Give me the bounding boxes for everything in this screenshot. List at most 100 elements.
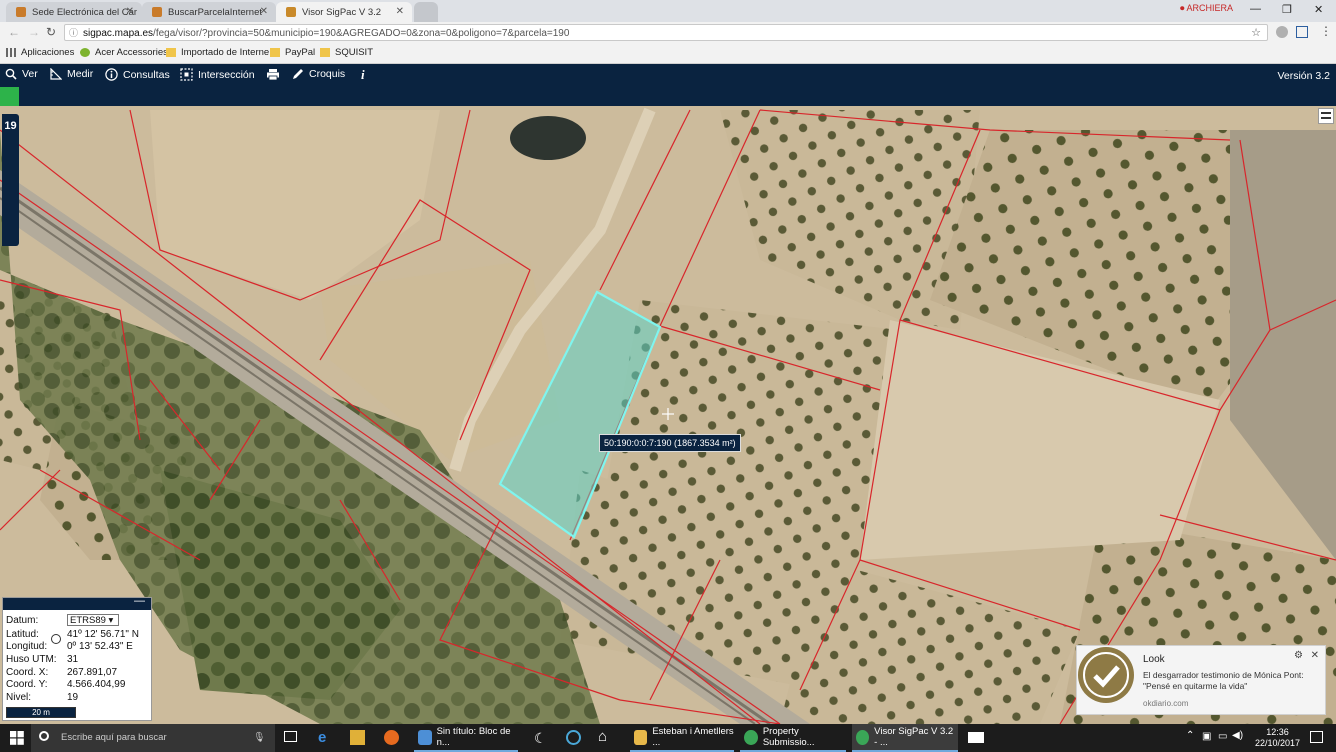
- folder-icon: [320, 48, 330, 57]
- minimize-icon[interactable]: —: [1250, 3, 1261, 15]
- taskbar-app-chrome-2[interactable]: Visor SigPac V 3.2 - ...: [852, 724, 958, 752]
- tool-croquis[interactable]: Croquis: [292, 68, 345, 80]
- datum-label: Datum:: [6, 615, 39, 626]
- address-bar[interactable]: ⓘ sigpac.mapa.es/fega/visor/?provincia=5…: [64, 24, 1268, 41]
- favicon-icon: [152, 7, 162, 17]
- edge-icon[interactable]: e: [318, 729, 326, 746]
- bookmark-paypal[interactable]: PayPal: [270, 47, 315, 58]
- mail-icon[interactable]: [968, 732, 984, 743]
- new-tab-button[interactable]: [414, 2, 438, 22]
- taskbar-app-label: Sin título: Bloc de n...: [436, 726, 511, 748]
- forward-icon[interactable]: →: [28, 25, 40, 39]
- system-clock[interactable]: 12:36 22/10/2017: [1255, 727, 1300, 749]
- microphone-icon[interactable]: 🎙: [253, 724, 265, 752]
- cortana-icon: [39, 731, 49, 741]
- tool-ver[interactable]: Ver: [5, 68, 38, 80]
- collapse-icon[interactable]: —: [134, 595, 145, 607]
- notification-body: El desgarrador testimonio de Mónica Pont…: [1143, 670, 1304, 691]
- extension-icon[interactable]: [1296, 26, 1308, 38]
- close-icon[interactable]: ✕: [396, 6, 404, 17]
- notification-toast[interactable]: Look ⚙ ✕ El desgarrador testimonio de Mó…: [1076, 645, 1326, 715]
- url-host: sigpac.mapa.es: [83, 28, 154, 39]
- datum-select[interactable]: ETRS89 ▾: [67, 614, 119, 626]
- globe-icon[interactable]: [51, 634, 61, 644]
- latitude-value: 41º 12' 56.71" N: [67, 629, 139, 640]
- layers-menu-icon[interactable]: [1318, 108, 1334, 124]
- firefox-icon[interactable]: [384, 730, 399, 745]
- search-icon: [5, 68, 17, 80]
- back-icon[interactable]: ←: [8, 25, 20, 39]
- scale-bar: 20 m: [6, 707, 76, 718]
- tray-icon[interactable]: ▣: [1202, 731, 1211, 742]
- bookmark-label: Aplicaciones: [21, 47, 75, 58]
- reload-icon[interactable]: ↻: [46, 25, 56, 39]
- tab-visor-sigpac[interactable]: Visor SigPac V 3.2 ✕: [276, 2, 412, 22]
- battery-icon[interactable]: ▭: [1218, 731, 1227, 742]
- home-icon[interactable]: ⌂: [598, 728, 607, 745]
- profile-name: ARCHIERA: [1186, 3, 1234, 13]
- tab-buscar-parcela[interactable]: BuscarParcelaInternet ✕: [142, 2, 276, 22]
- pencil-icon: [293, 69, 303, 79]
- longitude-label: Longitud:: [6, 641, 48, 652]
- notification-source: okdiario.com: [1143, 699, 1189, 708]
- bookmark-star-icon[interactable]: ☆: [1251, 25, 1261, 42]
- nivel-value: 19: [67, 692, 79, 703]
- tool-label: Ver: [22, 68, 38, 80]
- taskbar-app-notepad[interactable]: Sin título: Bloc de n...: [414, 724, 518, 752]
- store-icon[interactable]: [350, 730, 365, 745]
- bookmark-label: Importado de Interne: [181, 47, 270, 58]
- checkmark-logo-icon: [1078, 647, 1134, 703]
- bookmarks-bar: Aplicaciones Acer Accessories Importado …: [0, 44, 1336, 64]
- chrome-icon: [856, 729, 870, 745]
- menu-icon[interactable]: ⋮: [1320, 24, 1332, 38]
- profile-label[interactable]: ⏺ ARCHIERA: [1180, 3, 1233, 14]
- taskbar-app-explorer[interactable]: Esteban i Ametllers ...: [630, 724, 734, 752]
- acer-icon: [80, 48, 90, 57]
- tool-label: Croquis: [309, 68, 346, 80]
- map-view[interactable]: [0, 106, 1336, 724]
- close-icon[interactable]: ✕: [1311, 650, 1319, 661]
- tool-label: Medir: [67, 68, 94, 80]
- tool-medir[interactable]: Medir: [50, 68, 93, 80]
- app-icon[interactable]: [566, 730, 581, 745]
- tab-title: BuscarParcelaInternet: [168, 6, 262, 18]
- tab-sede-electronica[interactable]: Sede Electrónica del Car ✕: [6, 2, 142, 22]
- close-icon[interactable]: ✕: [126, 6, 134, 17]
- taskbar-app-label: Property Submissio...: [762, 726, 815, 748]
- bookmark-apps[interactable]: Aplicaciones: [6, 47, 74, 58]
- taskbar-search-input[interactable]: Escribe aquí para buscar 🎙: [31, 724, 275, 752]
- notifications-icon[interactable]: [1310, 731, 1323, 743]
- windows-start-icon[interactable]: [10, 731, 24, 748]
- app-icon[interactable]: ☾: [534, 730, 547, 747]
- tab-title: Sede Electrónica del Car: [32, 6, 138, 18]
- chevron-up-icon[interactable]: ⌃: [1186, 730, 1194, 741]
- tool-interseccion[interactable]: Intersección: [180, 68, 255, 81]
- close-icon[interactable]: ✕: [260, 6, 268, 17]
- sigpac-toolbar: Ver Medir Consultas Intersección Croquis…: [0, 64, 1336, 87]
- browser-toolbar: ← → ↻ ⓘ sigpac.mapa.es/fega/visor/?provi…: [0, 22, 1336, 44]
- volume-icon[interactable]: ◀): [1232, 730, 1243, 741]
- bookmark-label: PayPal: [285, 47, 316, 58]
- bookmark-imported[interactable]: Importado de Interne: [166, 47, 269, 58]
- notification-title: Look: [1143, 654, 1165, 665]
- bookmark-acer[interactable]: Acer Accessories: [80, 47, 168, 58]
- maximize-icon[interactable]: ❐: [1282, 3, 1292, 16]
- coord-x-value: 267.891,07: [67, 667, 118, 678]
- close-window-icon[interactable]: ✕: [1314, 3, 1323, 16]
- task-view-icon[interactable]: [284, 731, 297, 742]
- loading-bar: [0, 87, 1336, 106]
- coord-y-value: 4.566.404,99: [67, 679, 126, 690]
- taskbar-app-chrome-1[interactable]: Property Submissio...: [740, 724, 846, 752]
- taskbar-app-label: Visor SigPac V 3.2 - ...: [874, 726, 954, 748]
- page-info-icon[interactable]: ⓘ: [69, 25, 78, 42]
- tool-info[interactable]: i: [361, 67, 365, 83]
- tool-consultas[interactable]: Consultas: [105, 68, 170, 81]
- tool-print[interactable]: [266, 68, 285, 81]
- settings-gear-icon[interactable]: ⚙: [1294, 650, 1303, 661]
- extension-icon[interactable]: [1276, 26, 1288, 38]
- longitude-value: 0º 13' 52.43" E: [67, 641, 133, 652]
- aerial-map[interactable]: [0, 106, 1336, 724]
- zoom-level-panel[interactable]: 19: [2, 114, 19, 246]
- favicon-icon: [16, 7, 26, 17]
- bookmark-squisit[interactable]: SQUISIT: [320, 47, 373, 58]
